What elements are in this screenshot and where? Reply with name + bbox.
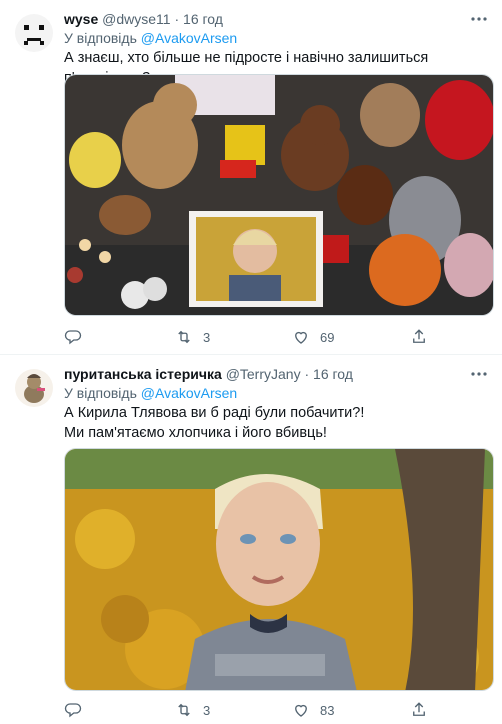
- reply-mention-link[interactable]: @AvakovArsen: [141, 385, 237, 401]
- retweet-count: 3: [203, 702, 211, 718]
- avatar[interactable]: [14, 368, 54, 408]
- like-count: 83: [320, 702, 335, 718]
- share-icon: [413, 329, 425, 343]
- like-button[interactable]: 83: [292, 700, 334, 720]
- separator-dot: ·: [304, 366, 310, 382]
- tweet-text-line: Ми пам'ятаємо хлопчика і його вбивць!: [64, 425, 327, 441]
- like-button[interactable]: 69: [292, 327, 334, 347]
- timestamp[interactable]: 16 год: [313, 366, 353, 382]
- retweet-icon: [178, 330, 190, 344]
- tweet-text-line: А Кирила Тлявова ви б раді були побачити…: [64, 405, 365, 421]
- tweet[interactable]: wyse @dwyse11 · 16 год У відповідь @Avak…: [0, 0, 502, 354]
- reply-icon: [64, 330, 82, 345]
- share-button[interactable]: [410, 327, 428, 347]
- tweet-photo[interactable]: [64, 74, 494, 316]
- retweet-button[interactable]: 3: [175, 327, 210, 347]
- tweet-actions: 3 83: [64, 700, 484, 720]
- timestamp[interactable]: 16 год: [183, 11, 223, 27]
- avatar[interactable]: [14, 13, 54, 53]
- tweet[interactable]: пуританська істеричка @TerryJany · 16 го…: [0, 355, 502, 724]
- reply-mention-link[interactable]: @AvakovArsen: [141, 30, 237, 46]
- like-count: 69: [320, 329, 335, 345]
- tweet-header: wyse @dwyse11 · 16 год: [64, 10, 223, 28]
- retweet-count: 3: [203, 329, 211, 345]
- display-name[interactable]: wyse: [64, 11, 98, 27]
- tweet-actions: 3 69: [64, 327, 484, 347]
- reply-prefix: У відповідь: [64, 385, 137, 401]
- separator-dot: ·: [174, 11, 180, 27]
- retweet-button[interactable]: 3: [175, 700, 210, 720]
- share-icon: [413, 702, 425, 716]
- reply-button[interactable]: [64, 327, 92, 347]
- user-handle[interactable]: @dwyse11: [102, 11, 170, 27]
- share-button[interactable]: [410, 700, 428, 720]
- heart-icon: [295, 704, 307, 717]
- more-icon[interactable]: [470, 365, 488, 383]
- more-icon[interactable]: [470, 10, 488, 28]
- tweet-text: А Кирила Тлявова ви б раді були побачити…: [64, 403, 494, 443]
- retweet-icon: [178, 703, 190, 717]
- reply-prefix: У відповідь: [64, 30, 137, 46]
- display-name[interactable]: пуританська істеричка: [64, 366, 222, 382]
- tweet-header: пуританська істеричка @TerryJany · 16 го…: [64, 365, 353, 383]
- reply-button[interactable]: [64, 700, 92, 720]
- reply-context: У відповідь @AvakovArsen: [64, 384, 237, 402]
- reply-icon: [64, 703, 82, 718]
- heart-icon: [295, 331, 307, 344]
- reply-context: У відповідь @AvakovArsen: [64, 29, 237, 47]
- tweet-photo[interactable]: [64, 448, 494, 691]
- user-handle[interactable]: @TerryJany: [226, 366, 301, 382]
